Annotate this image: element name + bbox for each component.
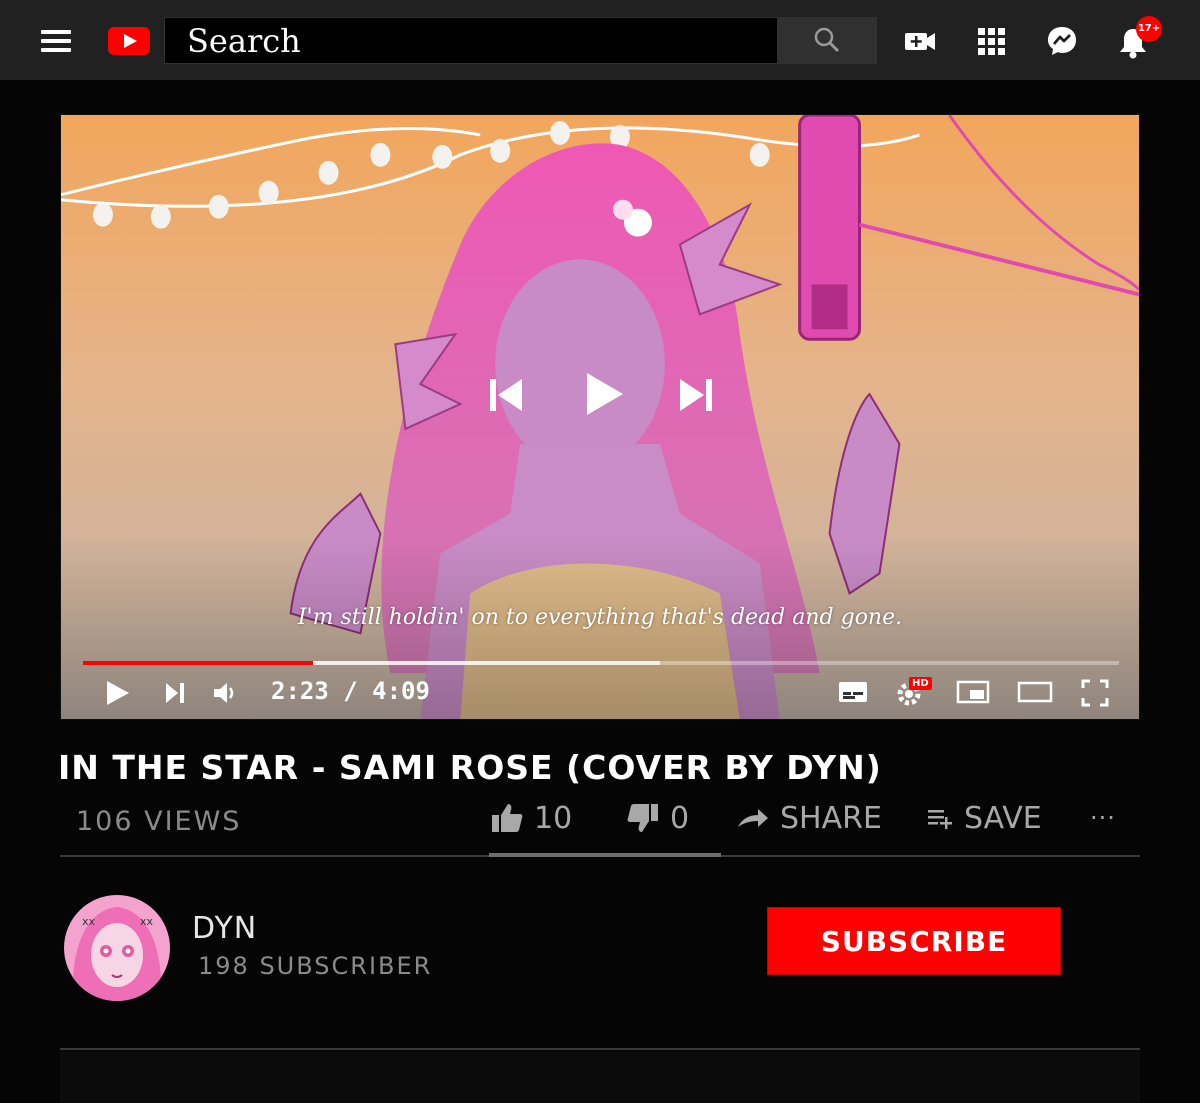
save-button[interactable]: SAVE xyxy=(926,796,1042,840)
dislike-count: 0 xyxy=(670,800,690,836)
progress-bar[interactable] xyxy=(83,661,1119,665)
description-panel xyxy=(60,1051,1140,1103)
share-arrow-icon xyxy=(738,809,768,827)
progress-played xyxy=(83,661,313,665)
share-label: SHARE xyxy=(780,800,882,836)
subtitles-icon[interactable] xyxy=(838,679,868,705)
next-icon[interactable] xyxy=(164,679,186,707)
avatar-illustration: xx xx xyxy=(64,895,170,1001)
next-track-icon[interactable] xyxy=(679,377,713,413)
view-count: 106 VIEWS xyxy=(76,806,242,837)
thumbs-up-icon xyxy=(492,804,523,832)
theater-mode-icon[interactable] xyxy=(1017,679,1053,705)
channel-name[interactable]: DYN xyxy=(192,911,257,946)
time-display: 2:23 / 4:09 xyxy=(271,677,430,705)
add-to-playlist-icon xyxy=(928,810,952,829)
svg-text:xx: xx xyxy=(140,915,154,928)
apps-grid-icon[interactable] xyxy=(974,24,1008,58)
video-player[interactable]: I'm still holdin' on to everything that'… xyxy=(60,114,1140,720)
subscribe-button[interactable]: SUBSCRIBE xyxy=(767,907,1061,975)
create-video-icon[interactable] xyxy=(903,24,937,58)
play-large-icon[interactable] xyxy=(583,371,625,417)
search-button[interactable] xyxy=(778,17,877,64)
top-bar: 17+ xyxy=(0,0,1200,80)
video-subtitle: I'm still holdin' on to everything that'… xyxy=(297,605,903,630)
previous-track-icon[interactable] xyxy=(489,377,523,413)
hd-badge: HD xyxy=(909,677,932,690)
subscriber-count: 198 SUBSCRIBER xyxy=(198,952,433,980)
like-ratio-bar xyxy=(489,853,721,857)
menu-icon[interactable] xyxy=(41,30,71,52)
like-count: 10 xyxy=(534,800,573,836)
channel-avatar[interactable]: xx xx xyxy=(64,895,170,1001)
volume-icon[interactable] xyxy=(212,679,238,707)
more-actions-button[interactable]: ··· xyxy=(1090,796,1116,840)
messages-icon[interactable] xyxy=(1045,24,1079,58)
svg-text:xx: xx xyxy=(82,915,96,928)
play-icon[interactable] xyxy=(105,679,131,707)
share-button[interactable]: SHARE xyxy=(736,796,882,840)
search-icon xyxy=(814,27,840,53)
like-button[interactable]: 10 xyxy=(490,796,572,840)
search-input[interactable] xyxy=(164,17,778,64)
fullscreen-icon[interactable] xyxy=(1081,679,1109,707)
miniplayer-icon[interactable] xyxy=(956,679,990,705)
notification-badge: 17+ xyxy=(1136,16,1162,42)
youtube-logo[interactable] xyxy=(108,27,150,55)
dislike-button[interactable]: 0 xyxy=(626,796,689,840)
save-label: SAVE xyxy=(964,800,1042,836)
channel-divider xyxy=(60,1048,1140,1050)
thumbs-down-icon xyxy=(627,804,658,832)
video-title: IN THE STAR - SAMI ROSE (COVER BY DYN) xyxy=(58,748,882,787)
more-actions-icon: ··· xyxy=(1090,804,1116,832)
